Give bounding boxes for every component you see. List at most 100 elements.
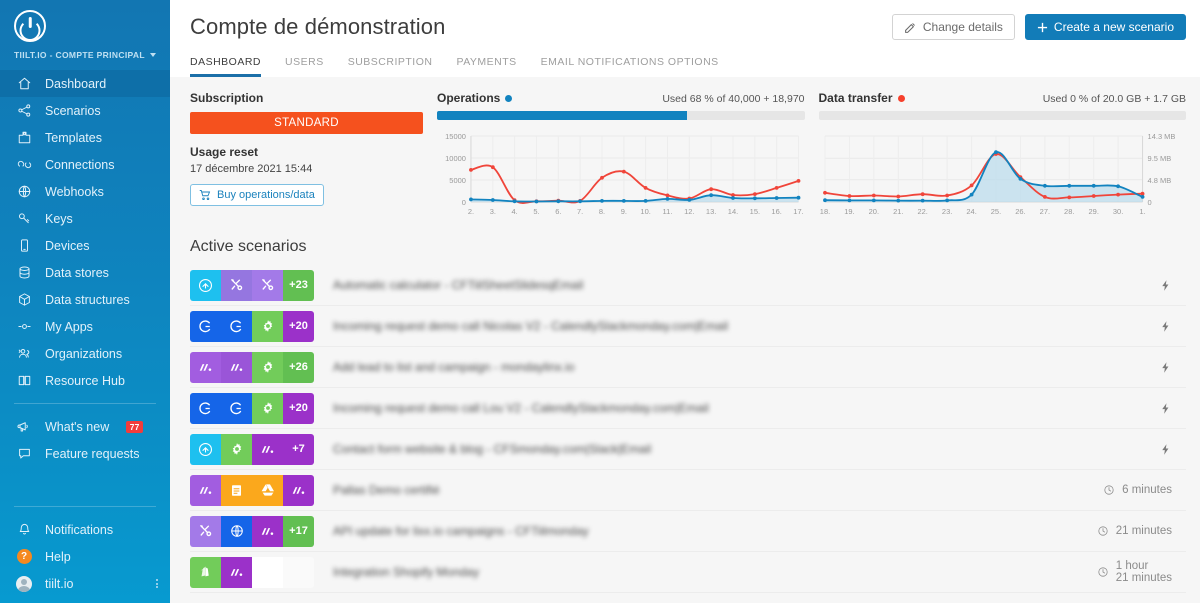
- tab-payments[interactable]: PAYMENTS: [456, 56, 516, 77]
- usage-reset-label: Usage reset: [190, 145, 259, 159]
- sidebar-item-webhooks[interactable]: Webhooks: [0, 178, 170, 205]
- cube-icon: [16, 292, 32, 308]
- scenario-badge: [221, 433, 252, 465]
- sidebar-divider-2: [14, 506, 156, 507]
- sidebar-item-data-structures[interactable]: Data structures: [0, 286, 170, 313]
- table-row[interactable]: +17 API update for lixx.io campaigns - CF…: [190, 511, 1186, 552]
- svg-text:12.: 12.: [684, 207, 694, 216]
- monday-icon: [261, 527, 274, 535]
- svg-text:15.: 15.: [750, 207, 760, 216]
- tab-users[interactable]: USERS: [285, 56, 324, 77]
- svg-text:14.: 14.: [728, 207, 738, 216]
- scenario-badge: [190, 310, 221, 342]
- sidebar-item-keys[interactable]: Keys: [0, 205, 170, 232]
- page-title: Compte de démonstration: [190, 14, 446, 39]
- sidebar-item-feature-requests[interactable]: Feature requests: [0, 440, 170, 467]
- monday-icon: [230, 568, 243, 576]
- scenario-badge: [221, 515, 252, 547]
- scenario-status: 21 minutes: [1097, 525, 1186, 538]
- sidebar-item-data-stores[interactable]: Data stores: [0, 259, 170, 286]
- table-row[interactable]: +7 Contact form website & blog - CFSmonda…: [190, 429, 1186, 470]
- cart-icon: [199, 190, 211, 201]
- data-transfer-dot-icon: [897, 95, 905, 102]
- tab-email-notifications-options[interactable]: EMAIL NOTIFICATIONS OPTIONS: [541, 56, 719, 77]
- svg-text:25.: 25.: [990, 207, 1000, 216]
- user-menu-kebab-icon[interactable]: [156, 578, 158, 590]
- circle-c-icon: [230, 401, 242, 414]
- scenario-badge-count: +20: [283, 392, 314, 424]
- monday-icon: [199, 363, 212, 371]
- tab-subscription[interactable]: SUBSCRIPTION: [348, 56, 433, 77]
- sidebar-item-tiilt-io[interactable]: tiilt.io: [0, 570, 170, 597]
- sidebar-item-devices[interactable]: Devices: [0, 232, 170, 259]
- monday-icon: [199, 486, 212, 494]
- data-transfer-progress-bar: [818, 111, 1186, 120]
- svg-text:16.: 16.: [771, 207, 781, 216]
- buy-operations-button[interactable]: Buy operations/data: [190, 184, 324, 206]
- gear-icon: [232, 443, 241, 455]
- sidebar-nav-bottom: Notifications? Help tiilt.io: [0, 516, 170, 597]
- sidebar-item-dashboard[interactable]: Dashboard: [0, 70, 170, 97]
- tab-dashboard[interactable]: DASHBOARD: [190, 56, 262, 77]
- sidebar-item-notifications[interactable]: Notifications: [0, 516, 170, 543]
- sidebar-item-organizations[interactable]: Organizations: [0, 340, 170, 367]
- sidebar-item-my-apps[interactable]: My Apps: [0, 313, 170, 340]
- scenario-status: [1159, 279, 1186, 292]
- svg-text:18.: 18.: [819, 207, 829, 216]
- scenario-badge-count: +26: [283, 351, 314, 383]
- svg-text:10.: 10.: [640, 207, 650, 216]
- bolt-icon: [1162, 402, 1169, 414]
- table-row[interactable]: Integration Shopify Monday 1 hour 21 minut…: [190, 552, 1186, 593]
- change-details-button[interactable]: Change details: [891, 14, 1015, 40]
- app-logo[interactable]: [0, 0, 170, 46]
- svg-text:21.: 21.: [893, 207, 903, 216]
- scenario-status: [1159, 361, 1186, 374]
- sidebar-item-resource-hub[interactable]: Resource Hub: [0, 367, 170, 394]
- key-icon: [16, 211, 32, 227]
- tools-icon: [261, 279, 273, 291]
- sidebar-item-help[interactable]: ? Help: [0, 543, 170, 570]
- operations-dot-icon: [505, 95, 513, 102]
- svg-text:0: 0: [1147, 198, 1151, 207]
- account-switcher[interactable]: TIILT.IO - COMPTE PRINCIPAL: [0, 46, 170, 70]
- sidebar-bottom: Notifications? Help tiilt.io: [0, 497, 170, 603]
- scenario-name: Incoming request demo call Nicolas V2 - …: [333, 319, 729, 333]
- dashboard-content: Subscription STANDARD Usage reset 17 déc…: [170, 77, 1200, 593]
- sidebar-item-scenarios[interactable]: Scenarios: [0, 97, 170, 124]
- operations-panel: Operations Used 68 % of 40,000 + 18,970 …: [437, 91, 805, 218]
- svg-text:6.: 6.: [555, 207, 561, 216]
- tab-bar: DASHBOARD USERS SUBSCRIPTION PAYMENTS EMAIL …: [190, 56, 1186, 77]
- data-transfer-used-text: Used 0 % of 20.0 GB + 1.7 GB: [1042, 93, 1186, 105]
- svg-text:9.5 MB: 9.5 MB: [1147, 154, 1171, 163]
- my-apps-icon: [16, 319, 32, 335]
- bolt-icon: [1162, 443, 1169, 455]
- clock-icon: [1098, 526, 1108, 536]
- table-row[interactable]: +20 Incoming request demo call Nicolas V2…: [190, 306, 1186, 347]
- table-row[interactable]: +23 Automatic calculator - CFTiilSheetSli…: [190, 265, 1186, 306]
- svg-text:13.: 13.: [706, 207, 716, 216]
- create-scenario-button[interactable]: Create a new scenario: [1024, 14, 1186, 40]
- scenario-status: [1159, 443, 1186, 456]
- sidebar-item-what-s-new[interactable]: What's new 77: [0, 413, 170, 440]
- globe-icon: [230, 525, 243, 537]
- data-transfer-chart: 0 4.8 MB 9.5 MB 14.3 MB 18. 19. 20. 21. 22. 23. 24…: [819, 130, 1187, 218]
- app-root: TIILT.IO - COMPTE PRINCIPAL Dashboard Sce…: [0, 0, 1200, 603]
- sidebar-item-label: Feature requests: [45, 446, 140, 461]
- operations-chart: 0 5000 10000 15000 2. 3. 4. 5. 6. 7. 8. 9. 10. 11. 12.…: [437, 130, 805, 218]
- topbar: Compte de démonstration Change details C…: [170, 0, 1200, 77]
- table-row[interactable]: +26 Add lead to list and campaign - monda…: [190, 347, 1186, 388]
- scenario-badge: [221, 556, 252, 588]
- scenario-status: [1159, 320, 1186, 333]
- sidebar-item-label: Data structures: [45, 292, 130, 307]
- comment-icon: [16, 446, 32, 462]
- table-row[interactable]: Pallas Demo certifié 6 minutes: [190, 470, 1186, 511]
- sidebar-item-connections[interactable]: Connections: [0, 151, 170, 178]
- table-row[interactable]: +20 Incoming request demo call Lou V2 - C…: [190, 388, 1186, 429]
- scenario-status-text: 6 minutes: [1122, 483, 1172, 496]
- whats-new-badge: 77: [126, 420, 144, 433]
- scenario-badges: +23: [190, 269, 314, 301]
- google-docs-icon: [232, 484, 241, 496]
- scenario-status: 1 hour 21 minutes: [1097, 560, 1186, 585]
- sidebar-item-templates[interactable]: Templates: [0, 124, 170, 151]
- scenario-badges: +20: [190, 392, 314, 424]
